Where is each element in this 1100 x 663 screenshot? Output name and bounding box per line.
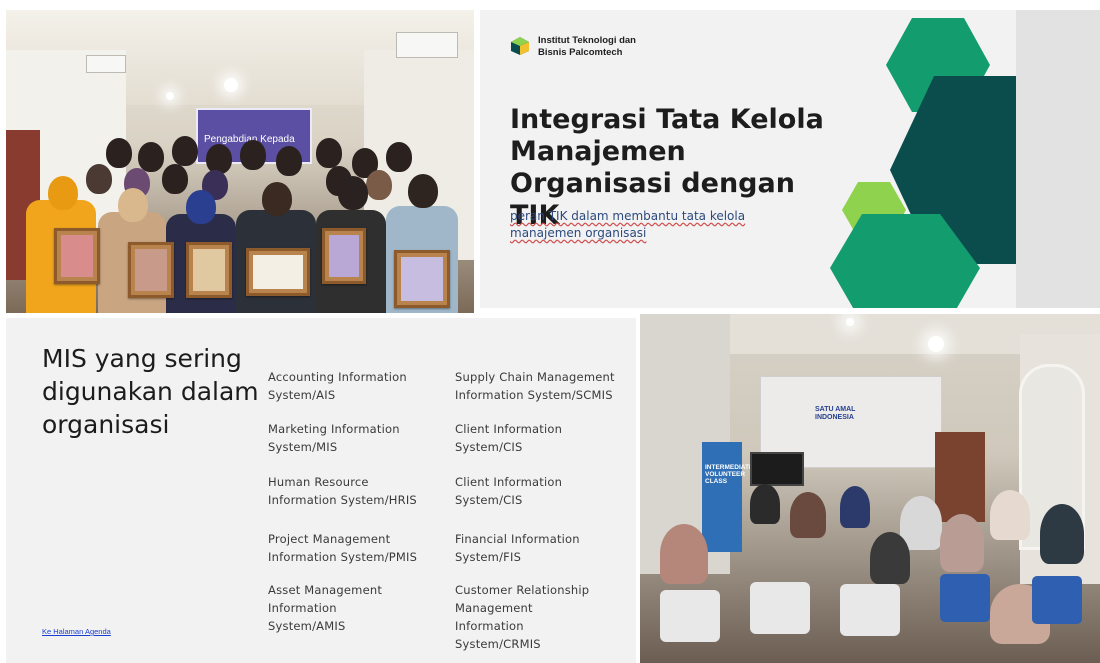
mis-item-fis: Financial Information System/FIS: [455, 532, 580, 564]
chair: [660, 590, 720, 642]
agenda-link[interactable]: Ke Halaman Agenda: [42, 627, 111, 636]
slide-edge-strip: [1016, 10, 1100, 308]
mis-item-mis: Marketing Information System/MIS: [268, 422, 400, 454]
mis-item-ais: Accounting Information System/AIS: [268, 370, 407, 402]
hexagon-decoration-icon: [830, 18, 1016, 308]
group-photo: Pengabdian Kepada: [6, 10, 474, 313]
chair: [750, 582, 810, 634]
mis-item-scmis: Supply Chain Management Information Syst…: [455, 370, 615, 402]
roll-up-banner: INTERMEDIATE VOLUNTEER CLASS: [702, 442, 754, 552]
mis-item-cis: Client Information System/CIS: [455, 422, 563, 454]
mis-slide-title: MIS yang sering digunakan dalam organisa…: [42, 344, 259, 439]
chair: [940, 574, 990, 622]
mis-item-hris: Human Resource Information System/HRIS: [268, 475, 417, 507]
mis-slide: MIS yang sering digunakan dalam organisa…: [6, 318, 636, 663]
air-conditioner: [396, 32, 458, 58]
television-screen: [750, 452, 804, 486]
mis-item-amis: Asset Management Information System/AMIS: [268, 583, 383, 633]
mis-item-cis: Client Information System/CIS: [455, 475, 563, 507]
ceiling-lamp: [846, 318, 854, 326]
crowd: [26, 130, 458, 313]
ceiling-lamp: [166, 92, 174, 100]
air-conditioner: [86, 55, 126, 73]
chair: [840, 584, 900, 636]
chair: [1032, 576, 1082, 624]
title-slide: Institut Teknologi dan Bisnis Palcomtech…: [480, 10, 1016, 308]
mis-item-crmis: Customer Relationship Management Informa…: [455, 583, 590, 651]
photo-bookshelf: [935, 432, 985, 522]
ceiling-lamp: [928, 336, 944, 352]
roll-up-banner-text: INTERMEDIATE VOLUNTEER CLASS: [705, 464, 754, 485]
ceiling-lamp: [224, 78, 238, 92]
classroom-photo: SATU AMAL INDONESIA INTERMEDIATE VOLUNTE…: [640, 314, 1100, 663]
backdrop-text: SATU AMAL INDONESIA: [815, 406, 856, 421]
mis-item-pmis: Project Management Information System/PM…: [268, 532, 418, 564]
